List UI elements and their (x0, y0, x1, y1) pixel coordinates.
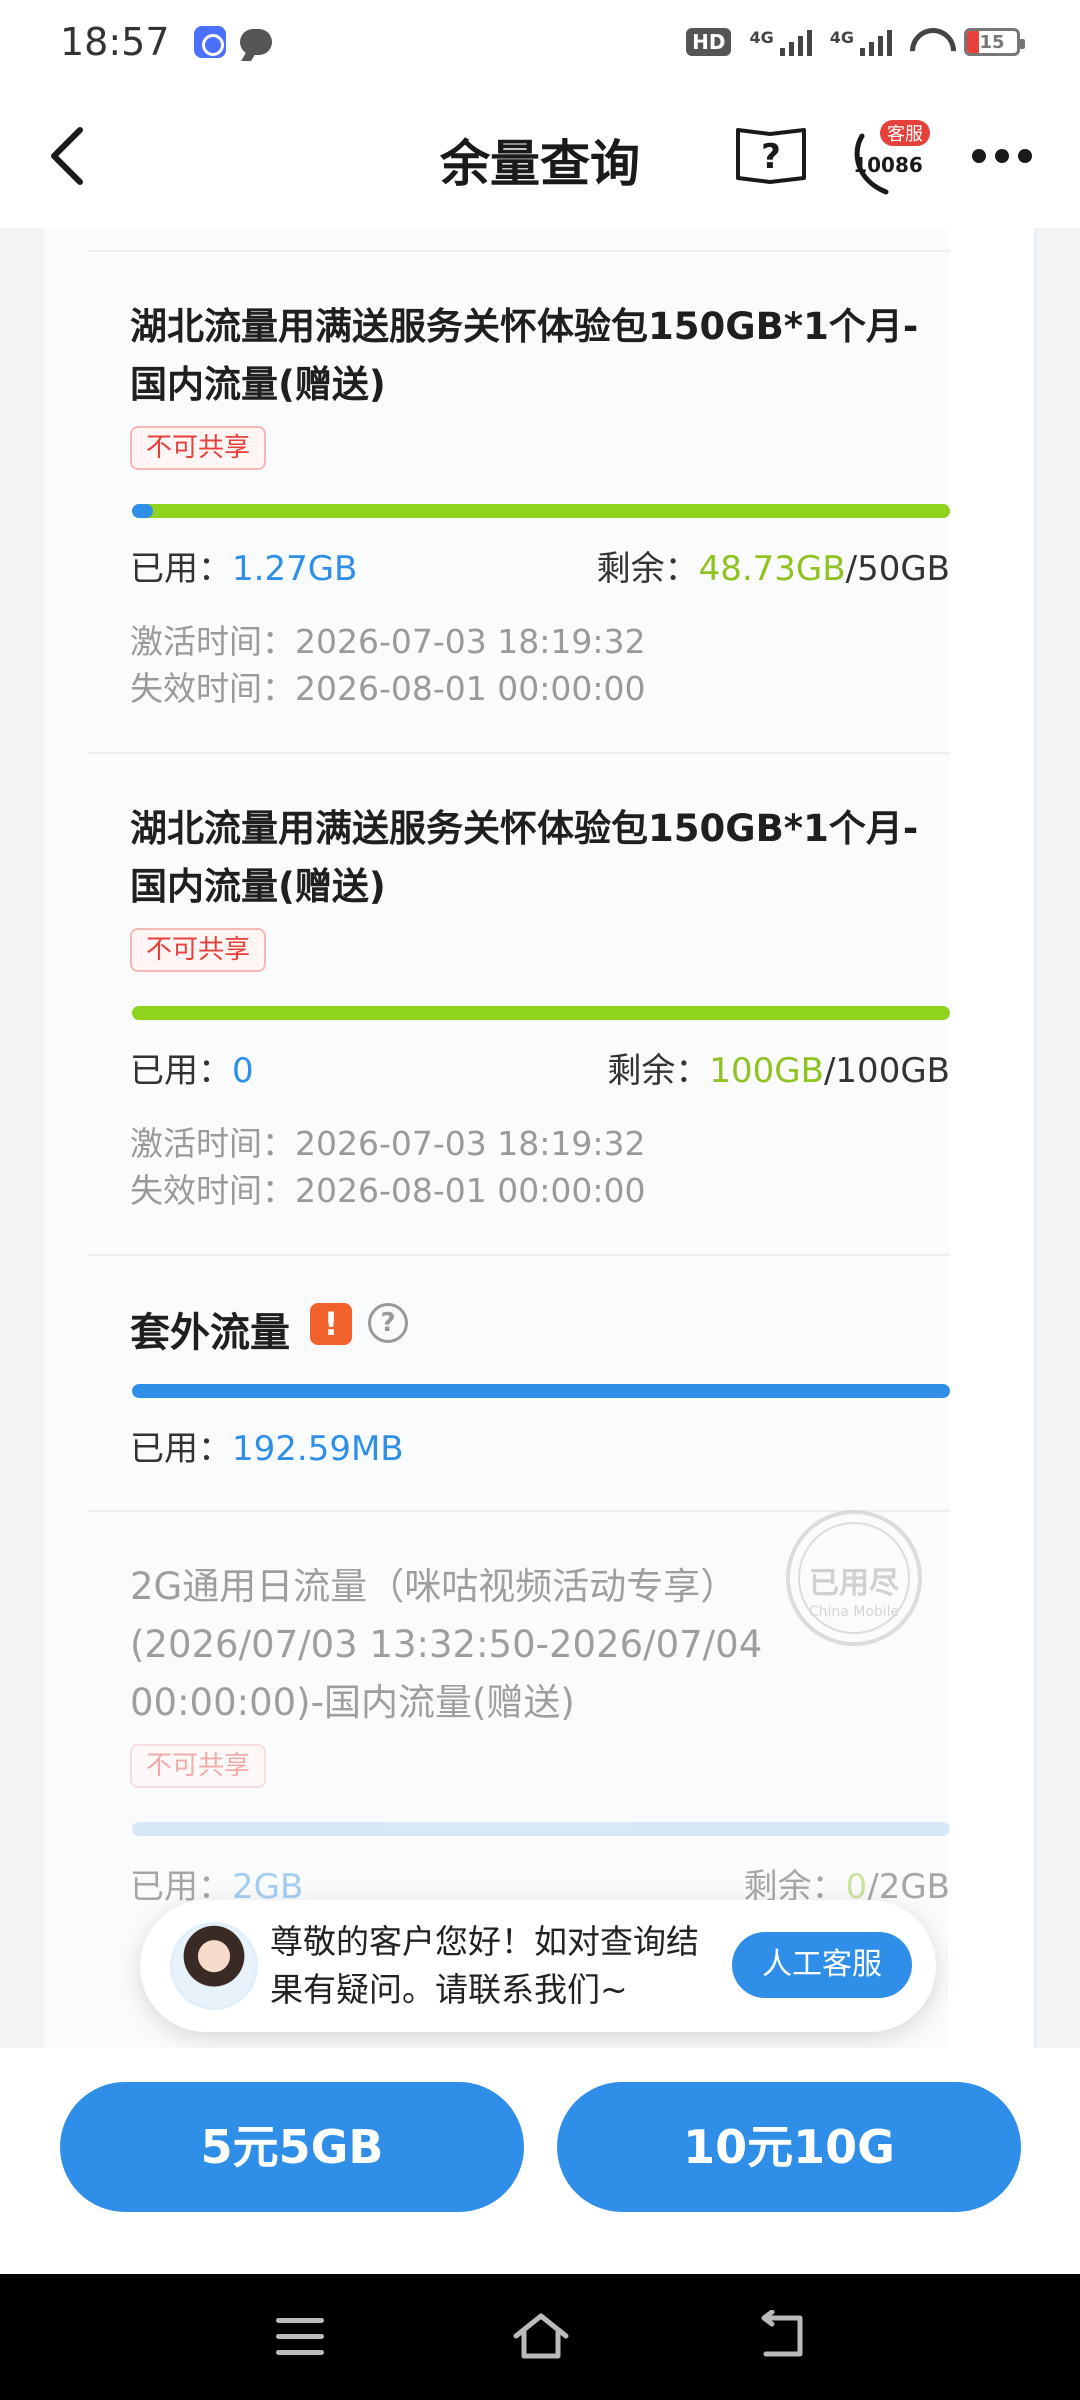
service-bubble: 尊敬的客户您好！如对查询结果有疑问。请联系我们~ 人工客服 (140, 1900, 936, 2032)
usage-row-2: 已用：0 剩余：100GB/100GB (130, 1051, 950, 1091)
divider (87, 1254, 950, 1256)
expire-time-1: 失效时间：2026-08-01 00:00:00 (130, 669, 646, 708)
status-indicators: HD 4G 4G 15 (686, 28, 1025, 56)
usage-bar-2 (132, 1006, 950, 1020)
extra-used-value: 192.59MB (232, 1429, 404, 1469)
extra-usage-bar-used (132, 1384, 950, 1398)
used-value-2: 0 (232, 1051, 254, 1091)
help-mark: ? (761, 137, 781, 177)
human-service-button[interactable]: 人工客服 (732, 1932, 912, 1998)
chat-notification-icon (239, 29, 272, 55)
remain-value-1: 48.73GB (698, 549, 846, 589)
share-tag-2: 不可共享 (130, 928, 267, 972)
warning-icon[interactable]: ! (310, 1303, 352, 1345)
back-nav-icon[interactable] (756, 2310, 808, 2362)
usage-row-1: 已用：1.27GB 剩余：48.73GB/50GB (130, 549, 950, 589)
more-icon[interactable] (970, 146, 1034, 166)
battery-icon: 15 (964, 28, 1025, 56)
usage-bar-1 (132, 504, 950, 518)
usage-bar-used-1 (132, 504, 153, 518)
signal-icon-1: 4G (749, 28, 812, 56)
activate-time-2: 激活时间：2026-07-03 18:19:32 (130, 1124, 646, 1163)
help-book-icon[interactable]: ? (734, 124, 808, 186)
extra-usage-bar (132, 1384, 950, 1398)
wifi-icon (910, 28, 946, 56)
share-tag-1: 不可共享 (130, 426, 267, 470)
service-avatar (170, 1922, 258, 2010)
used-value-1: 1.27GB (232, 549, 358, 589)
home-icon[interactable] (510, 2310, 572, 2362)
system-nav-bar (0, 2274, 1080, 2400)
divider (87, 250, 950, 252)
balance-list[interactable]: 湖北流量用满送服务关怀体验包150GB*1个月-国内流量(赠送) 不可共享 已用… (0, 228, 1080, 2048)
status-bar: 18:57 HD 4G 4G 15 (0, 0, 1080, 84)
question-icon[interactable]: ? (368, 1303, 408, 1343)
activate-time-1: 激活时间：2026-07-03 18:19:32 (130, 622, 646, 661)
bottom-actions: 5元5GB 10元10G (0, 2048, 1080, 2274)
package-title-1: 湖北流量用满送服务关怀体验包150GB*1个月-国内流量(赠送) (130, 305, 919, 406)
extra-usage-row: 已用：192.59MB (130, 1429, 404, 1469)
remain-value-2: 100GB (709, 1051, 824, 1091)
buy-5gb-button[interactable]: 5元5GB (60, 2082, 524, 2212)
buy-10g-button[interactable]: 10元10G (557, 2082, 1021, 2212)
extra-traffic-title: 套外流量 (130, 1310, 290, 1356)
expired-usage-bar (132, 1822, 950, 1836)
expired-share-tag: 不可共享 (130, 1744, 267, 1788)
status-time: 18:57 (60, 20, 170, 64)
signal-icon-2: 4G (830, 28, 892, 56)
used-up-stamp: 已用尽 China Mobile (786, 1510, 922, 1646)
service-message: 尊敬的客户您好！如对查询结果有疑问。请联系我们~ (270, 1922, 699, 2009)
app-notification-icon (193, 26, 226, 58)
total-value-2: /100GB (823, 1051, 950, 1091)
expire-time-2: 失效时间：2026-08-01 00:00:00 (130, 1171, 646, 1210)
customer-service-icon[interactable]: 客服 10086 (848, 118, 930, 198)
hd-voice-icon: HD (686, 28, 732, 56)
cs-number: 10086 (853, 153, 923, 177)
divider (87, 1510, 950, 1512)
package-title-2: 湖北流量用满送服务关怀体验包150GB*1个月-国内流量(赠送) (130, 807, 919, 908)
total-value-1: /50GB (845, 549, 950, 589)
divider (87, 752, 950, 754)
header: 余量查询 ? 客服 10086 (0, 84, 1080, 228)
cs-badge: 客服 (887, 124, 923, 145)
recent-apps-icon[interactable] (276, 2318, 324, 2356)
